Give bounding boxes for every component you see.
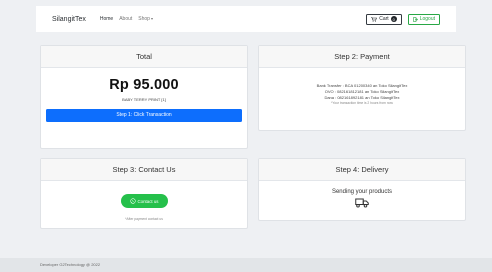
delivery-body: Sending your products xyxy=(259,189,465,208)
delivery-text: Sending your products xyxy=(331,189,393,195)
contact-us-button[interactable]: Contact us xyxy=(120,194,168,208)
delivery-header: Step 4: Delivery xyxy=(259,159,465,181)
nav-home[interactable]: Home xyxy=(100,16,113,22)
cart-button[interactable]: Cart 0 xyxy=(366,13,402,25)
chevron-down-icon xyxy=(150,17,153,20)
navbar: SilangitTex Home About Shop Cart 0 Logou… xyxy=(36,6,456,32)
brand-logo[interactable]: SilangitTex xyxy=(52,16,86,23)
cart-icon xyxy=(371,16,378,22)
product-summary: BABY TERRY PRINT [1] xyxy=(122,97,166,102)
contact-us-label: Contact us xyxy=(137,198,159,204)
total-header: Total xyxy=(41,46,247,68)
truck-icon xyxy=(355,198,369,208)
nav-shop-label: Shop xyxy=(138,16,150,22)
footer: Developer G2Technology @ 2022 xyxy=(0,258,492,272)
payment-note: *Your transaction time is 2 hours from n… xyxy=(331,101,393,105)
page: SilangitTex Home About Shop Cart 0 Logou… xyxy=(0,0,492,272)
nav-shop-dropdown[interactable]: Shop xyxy=(138,16,153,22)
whatsapp-icon xyxy=(129,198,136,204)
payment-methods: Bank Transfer : BCA 01200340 an Toko Sil… xyxy=(259,83,465,101)
cart-count-badge: 0 xyxy=(390,16,397,22)
payment-body: Bank Transfer : BCA 01200340 an Toko Sil… xyxy=(259,83,465,105)
total-body: Rp 95.000 BABY TERRY PRINT [1] Step 1: C… xyxy=(41,77,247,122)
contact-card: Step 3: Contact Us Contact us *After pay… xyxy=(40,158,248,229)
click-transaction-button[interactable]: Step 1: Click Transaction xyxy=(46,109,242,122)
cart-label: Cart xyxy=(379,16,389,22)
delivery-card: Step 4: Delivery Sending your products xyxy=(258,158,466,221)
total-card: Total Rp 95.000 BABY TERRY PRINT [1] Ste… xyxy=(40,45,248,149)
logout-button[interactable]: Logout xyxy=(407,13,440,25)
contact-note: *After payment contact us xyxy=(125,217,163,221)
payment-card: Step 2: Payment Bank Transfer : BCA 0120… xyxy=(258,45,466,131)
nav-about[interactable]: About xyxy=(119,16,132,22)
payment-header: Step 2: Payment xyxy=(259,46,465,68)
logout-icon xyxy=(412,16,418,22)
contact-header: Step 3: Contact Us xyxy=(41,159,247,181)
total-price: Rp 95.000 xyxy=(109,77,179,93)
contact-body: Contact us *After payment contact us xyxy=(41,181,247,221)
logout-label: Logout xyxy=(419,16,435,22)
